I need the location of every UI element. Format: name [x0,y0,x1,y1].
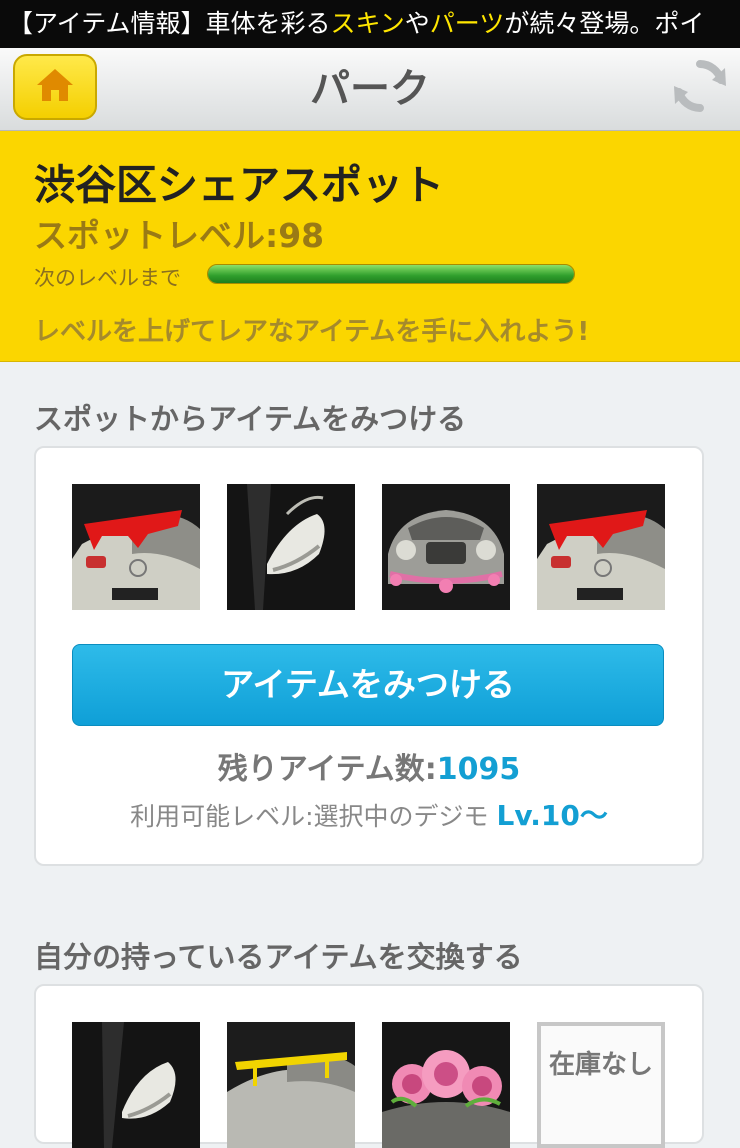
next-level-label: 次のレベルまで [34,266,181,290]
item-thumbnail-side-mirror[interactable] [227,484,355,610]
owned-item-side-mirror[interactable] [72,1022,200,1148]
exchange-section-title: 自分の持っているアイテムを交換する [34,940,523,974]
owned-item-pink-roses[interactable] [382,1022,510,1148]
item-thumbnail-classic-car[interactable] [382,484,510,610]
exchange-item-card: 在庫なし [34,984,704,1148]
ticker-text-3: が続々登場。ポイ [504,9,705,38]
find-item-button[interactable]: アイテムをみつける [72,644,664,726]
page-title: パーク [310,66,430,112]
spot-name: 渋谷区シェアスポット [34,161,444,209]
remaining-items: 残りアイテム数:1095 [36,744,702,788]
level-progress-bar [207,264,575,284]
home-button[interactable] [13,54,97,120]
available-level: 利用可能レベル:選択中のデジモ Lv.10〜 [36,794,702,834]
home-icon [35,67,75,107]
level-progress-fill [208,265,574,283]
spot-info-panel: 渋谷区シェアスポット スポットレベル:98 次のレベルまで レベルを上げてレアな… [0,131,740,362]
ticker-text-2: や [404,9,430,38]
available-level-value: Lv.10〜 [496,799,608,832]
item-thumbnail-red-spoiler-2[interactable] [537,484,665,610]
find-section-title: スポットからアイテムをみつける [34,402,467,436]
ticker-highlight-parts: パーツ [429,9,505,38]
available-level-label: 利用可能レベル:選択中のデジモ [130,802,489,831]
remaining-items-label: 残りアイテム数: [217,752,437,787]
news-ticker[interactable]: 【アイテム情報】車体を彩るスキンやパーツが続々登場。ポイ [0,0,740,48]
nav-bar: パーク [0,48,740,131]
owned-item-yellow-spoiler[interactable] [227,1022,355,1148]
refresh-icon [670,56,730,120]
find-item-card: アイテムをみつける 残りアイテム数:1095 利用可能レベル:選択中のデジモ L… [34,446,704,866]
remaining-items-count: 1095 [436,752,521,787]
refresh-button[interactable] [668,56,732,120]
ticker-highlight-skin: スキン [330,9,405,38]
item-thumbnail-red-spoiler[interactable] [72,484,200,610]
spot-level: スポットレベル:98 [34,216,325,255]
ticker-text-1: 【アイテム情報】車体を彩る [8,9,331,38]
out-of-stock-slot: 在庫なし [537,1022,665,1148]
spot-message: レベルを上げてレアなアイテムを手に入れよう! [34,317,590,347]
